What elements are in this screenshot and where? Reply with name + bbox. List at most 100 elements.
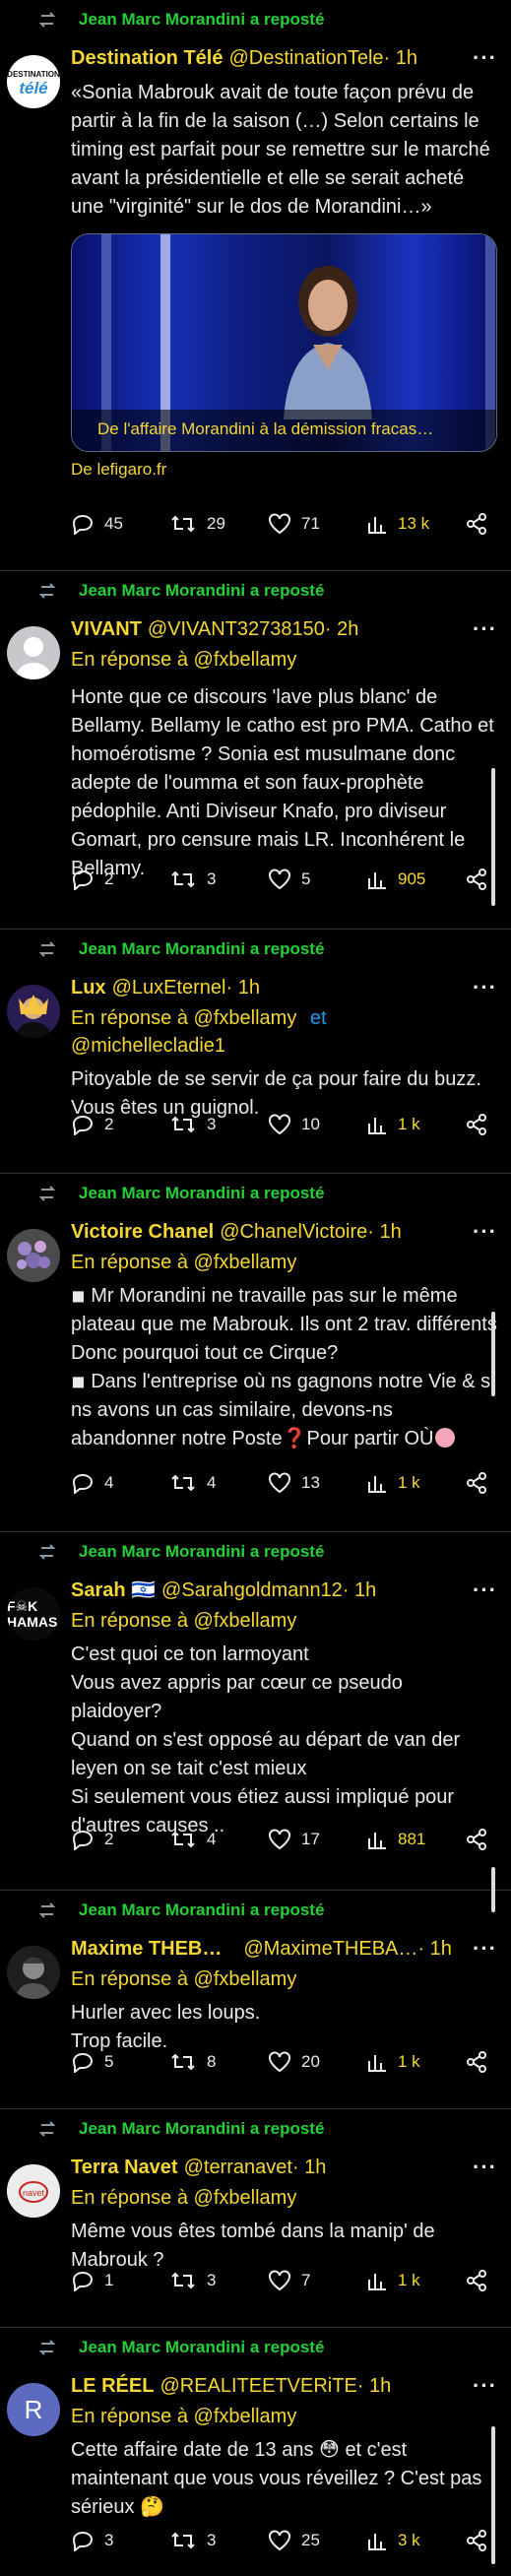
- reply-button[interactable]: 2: [71, 869, 113, 890]
- tweet[interactable]: Jean Marc Morandini a reposté Lux @LuxEt…: [0, 930, 511, 1174]
- like-button[interactable]: 25: [268, 2530, 320, 2551]
- share-button[interactable]: [466, 2051, 497, 2073]
- author-name[interactable]: Terra Navet: [71, 2155, 178, 2180]
- repost-button[interactable]: 4: [169, 1472, 216, 1494]
- more-options-button[interactable]: ···: [473, 1578, 497, 1603]
- views-button[interactable]: 3 k: [366, 2530, 420, 2551]
- author-handle[interactable]: @Sarahgoldmann12: [161, 1578, 343, 1603]
- avatar[interactable]: F☠K HAMAS: [7, 1587, 60, 1641]
- link-card-image[interactable]: De l'affaire Morandini à la démission fr…: [71, 233, 497, 452]
- avatar[interactable]: [7, 626, 60, 679]
- more-options-button[interactable]: ···: [473, 616, 497, 642]
- avatar[interactable]: R: [7, 2383, 60, 2436]
- more-options-button[interactable]: ···: [473, 45, 497, 71]
- avatar[interactable]: [7, 1229, 60, 1282]
- views-button[interactable]: 905: [366, 869, 425, 890]
- views-button[interactable]: 881: [366, 1829, 425, 1850]
- author-name[interactable]: Destination Télé: [71, 45, 223, 71]
- like-button[interactable]: 7: [268, 2270, 310, 2291]
- avatar[interactable]: navet: [7, 2164, 60, 2218]
- views-button[interactable]: 1 k: [366, 2051, 420, 2073]
- repost-button[interactable]: 3: [169, 2530, 216, 2551]
- share-button[interactable]: [466, 1472, 497, 1494]
- timestamp[interactable]: · 2h: [325, 616, 358, 642]
- author-handle[interactable]: @ChanelVictoire: [220, 1219, 367, 1245]
- reply-button[interactable]: 5: [71, 2051, 113, 2073]
- reply-button[interactable]: 3: [71, 2530, 113, 2551]
- like-button[interactable]: 5: [268, 869, 310, 890]
- author-handle[interactable]: @REALITEETVERiTE: [160, 2373, 356, 2399]
- views-button[interactable]: 13 k: [366, 513, 429, 535]
- mention-link[interactable]: @fxbellamy: [194, 1007, 297, 1029]
- avatar[interactable]: [7, 1946, 60, 1999]
- tweet[interactable]: Jean Marc Morandini a reposté Victoire C…: [0, 1174, 511, 1532]
- timestamp[interactable]: · 1h: [384, 45, 417, 71]
- share-button[interactable]: [466, 869, 497, 890]
- share-button[interactable]: [466, 513, 497, 535]
- mention-link[interactable]: @fxbellamy: [194, 1968, 297, 1990]
- more-options-button[interactable]: ···: [473, 975, 497, 1000]
- more-options-button[interactable]: ···: [473, 1936, 497, 1962]
- author-name[interactable]: Maxime THEB…: [71, 1936, 222, 1962]
- avatar[interactable]: DESTINATION télé: [7, 55, 60, 108]
- link-card-source[interactable]: De lefigaro.fr: [71, 460, 497, 480]
- repost-button[interactable]: 8: [169, 2051, 216, 2073]
- more-options-button[interactable]: ···: [473, 2373, 497, 2399]
- mention-link[interactable]: @fxbellamy: [194, 649, 297, 671]
- timestamp[interactable]: · 1h: [367, 1219, 401, 1245]
- reply-button[interactable]: 1: [71, 2270, 113, 2291]
- mention-link[interactable]: @michellecladie1: [71, 1035, 225, 1057]
- tweet[interactable]: Jean Marc Morandini a reposté DESTINATIO…: [0, 0, 511, 571]
- like-button[interactable]: 17: [268, 1829, 320, 1850]
- tweet[interactable]: Jean Marc Morandini a reposté F☠K HAMAS …: [0, 1532, 511, 1912]
- tweet[interactable]: Jean Marc Morandini a reposté R LE RÉEL …: [0, 2328, 511, 2576]
- timestamp[interactable]: · 1h: [225, 975, 259, 1000]
- repost-button[interactable]: 3: [169, 1114, 216, 1135]
- avatar[interactable]: [7, 985, 60, 1038]
- views-button[interactable]: 1 k: [366, 1472, 420, 1494]
- like-button[interactable]: 13: [268, 1472, 320, 1494]
- timestamp[interactable]: · 1h: [357, 2373, 391, 2399]
- like-button[interactable]: 10: [268, 1114, 320, 1135]
- repost-button[interactable]: 4: [169, 1829, 216, 1850]
- author-handle[interactable]: @VIVANT32738150: [148, 616, 325, 642]
- mention-link[interactable]: @fxbellamy: [194, 2406, 297, 2427]
- timestamp[interactable]: · 1h: [292, 2155, 326, 2180]
- tweet[interactable]: Jean Marc Morandini a reposté navet Terr…: [0, 2109, 511, 2328]
- scrollbar[interactable]: [491, 1312, 495, 1396]
- author-handle[interactable]: @MaximeTHEBA…: [243, 1936, 417, 1962]
- mention-link[interactable]: @fxbellamy: [194, 1610, 297, 1632]
- tweet[interactable]: Jean Marc Morandini a reposté Maxime THE…: [0, 1891, 511, 2109]
- repost-button[interactable]: 3: [169, 869, 216, 890]
- reply-button[interactable]: 4: [71, 1472, 113, 1494]
- author-name[interactable]: Sarah 🇮🇱: [71, 1578, 156, 1603]
- views-button[interactable]: 1 k: [366, 2270, 420, 2291]
- reply-button[interactable]: 45: [71, 513, 123, 535]
- tweet-header: Terra Navet @terranavet · 1h: [71, 2155, 497, 2180]
- mention-link[interactable]: @fxbellamy: [194, 1252, 297, 1273]
- author-name[interactable]: LE RÉEL: [71, 2373, 154, 2399]
- repost-button[interactable]: 3: [169, 2270, 216, 2291]
- share-button[interactable]: [466, 1829, 497, 1850]
- author-name[interactable]: Victoire Chanel: [71, 1219, 214, 1245]
- reply-button[interactable]: 2: [71, 1114, 113, 1135]
- share-button[interactable]: [466, 2530, 497, 2551]
- timestamp[interactable]: · 1h: [343, 1578, 376, 1603]
- timestamp[interactable]: · 1h: [417, 1936, 451, 1962]
- like-button[interactable]: 71: [268, 513, 320, 535]
- author-name[interactable]: Lux: [71, 975, 106, 1000]
- views-button[interactable]: 1 k: [366, 1114, 420, 1135]
- more-options-button[interactable]: ···: [473, 1219, 497, 1245]
- author-handle[interactable]: @DestinationTele: [228, 45, 383, 71]
- author-handle[interactable]: @LuxEternel: [112, 975, 226, 1000]
- mention-link[interactable]: @fxbellamy: [194, 2187, 297, 2209]
- tweet[interactable]: Jean Marc Morandini a reposté VIVANT @VI…: [0, 571, 511, 930]
- share-button[interactable]: [466, 1114, 497, 1135]
- share-button[interactable]: [466, 2270, 497, 2291]
- author-handle[interactable]: @terranavet: [184, 2155, 292, 2180]
- repost-button[interactable]: 29: [169, 513, 225, 535]
- reply-button[interactable]: 2: [71, 1829, 113, 1850]
- like-button[interactable]: 20: [268, 2051, 320, 2073]
- more-options-button[interactable]: ···: [473, 2155, 497, 2180]
- author-name[interactable]: VIVANT: [71, 616, 142, 642]
